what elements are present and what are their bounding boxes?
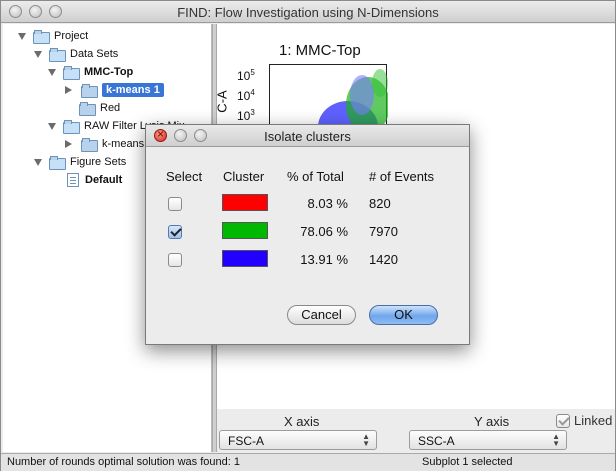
window-title: FIND: Flow Investigation using N-Dimensi… xyxy=(177,5,439,20)
status-bar: Number of rounds optimal solution was fo… xyxy=(1,453,615,471)
y-axis-select[interactable]: SSC-A ▲ ▼ xyxy=(409,430,567,450)
y-axis-select-value: SSC-A xyxy=(418,434,455,448)
tree-item-figure-sets[interactable]: Figure Sets xyxy=(33,154,126,170)
cluster-select-checkbox[interactable] xyxy=(168,253,182,267)
tree-item-project[interactable]: Project xyxy=(17,28,88,44)
linked-checkbox-box[interactable] xyxy=(556,413,570,428)
x-axis-label: X axis xyxy=(284,414,320,429)
column-header-events: # of Events xyxy=(369,169,435,184)
cluster-select-checkbox[interactable] xyxy=(168,197,182,211)
cluster-color-swatch xyxy=(222,222,268,239)
tree-item-label: k-means 1 xyxy=(102,83,164,97)
cluster-color-swatch xyxy=(222,250,268,267)
tree-item-k-means[interactable]: k-means xyxy=(63,136,144,152)
tree-item-red[interactable]: Red xyxy=(79,100,120,116)
cluster-pct: 8.03 % xyxy=(307,196,348,211)
folder-star-icon xyxy=(49,156,66,170)
y-tick-label: 103 xyxy=(237,108,255,123)
x-axis-select-value: FSC-A xyxy=(228,434,264,448)
column-header-select: Select xyxy=(166,169,203,184)
plot-title: 1: MMC-Top xyxy=(279,42,361,59)
collapse-triangle-icon[interactable] xyxy=(63,139,73,149)
y-tick-label: 105 xyxy=(237,68,255,83)
expand-triangle-icon[interactable] xyxy=(33,49,43,59)
folder-star-icon xyxy=(63,120,80,134)
isolate-clusters-dialog: Isolate clusters Select Cluster % of Tot… xyxy=(145,124,470,345)
expand-triangle-icon[interactable] xyxy=(47,67,57,77)
cluster-events: 7970 xyxy=(369,224,398,239)
dialog-titlebar: Isolate clusters xyxy=(146,125,469,147)
cluster-events: 820 xyxy=(369,196,391,211)
column-header-pct: % of Total xyxy=(287,169,344,184)
folder-star-icon xyxy=(63,66,80,80)
cluster-pct: 13.91 % xyxy=(300,252,348,267)
cluster-row: 8.03 % 820 xyxy=(146,194,469,214)
tree-item-default[interactable]: Default xyxy=(67,172,122,188)
cluster-color-swatch xyxy=(222,194,268,211)
tree-item-label: Data Sets xyxy=(70,48,119,60)
column-header-cluster: Cluster xyxy=(223,169,265,184)
updown-arrows-icon: ▲ ▼ xyxy=(552,432,560,448)
updown-arrows-icon: ▲ ▼ xyxy=(362,432,370,448)
cluster-events: 1420 xyxy=(369,252,398,267)
tree-item-label: Red xyxy=(100,102,121,114)
expand-triangle-icon[interactable] xyxy=(17,31,27,41)
ok-button[interactable]: OK xyxy=(369,305,438,325)
cluster-row: 78.06 % 7970 xyxy=(146,222,469,242)
folder-star-icon xyxy=(49,48,66,62)
plot-y-label: C-A xyxy=(214,90,230,113)
y-axis-label: Y axis xyxy=(474,414,510,429)
folder-star-icon xyxy=(33,30,50,44)
status-left: Number of rounds optimal solution was fo… xyxy=(7,456,240,468)
dialog-title: Isolate clusters xyxy=(264,129,351,144)
x-axis-select[interactable]: FSC-A ▲ ▼ xyxy=(219,430,377,450)
expand-triangle-icon[interactable] xyxy=(47,121,57,131)
window-titlebar: FIND: Flow Investigation using N-Dimensi… xyxy=(1,1,615,23)
tree-item-label: Default xyxy=(85,174,123,186)
tree-item-label: Project xyxy=(54,30,89,42)
folder-icon xyxy=(79,102,96,116)
document-icon xyxy=(67,173,79,187)
linked-label: Linked xyxy=(574,413,613,428)
cluster-row: 13.91 % 1420 xyxy=(146,250,469,270)
tree-item-mmc-top[interactable]: MMC-Top xyxy=(47,64,133,80)
tree-item-k-means-1[interactable]: k-means 1 xyxy=(63,82,164,98)
tree-item-data-sets[interactable]: Data Sets xyxy=(33,46,118,62)
tree-item-label: Figure Sets xyxy=(70,156,127,168)
folder-icon xyxy=(81,84,98,98)
status-right: Subplot 1 selected xyxy=(422,456,513,468)
linked-checkbox[interactable]: Linked xyxy=(556,413,612,428)
y-tick-label: 104 xyxy=(237,88,255,103)
tree-item-label: MMC-Top xyxy=(84,66,134,78)
cluster-pct: 78.06 % xyxy=(300,224,348,239)
expand-triangle-icon[interactable] xyxy=(33,157,43,167)
folder-icon xyxy=(81,138,98,152)
cancel-button[interactable]: Cancel xyxy=(287,305,356,325)
tree-item-label: k-means xyxy=(102,138,145,150)
collapse-triangle-icon[interactable] xyxy=(63,85,73,95)
cluster-select-checkbox[interactable] xyxy=(168,225,182,239)
